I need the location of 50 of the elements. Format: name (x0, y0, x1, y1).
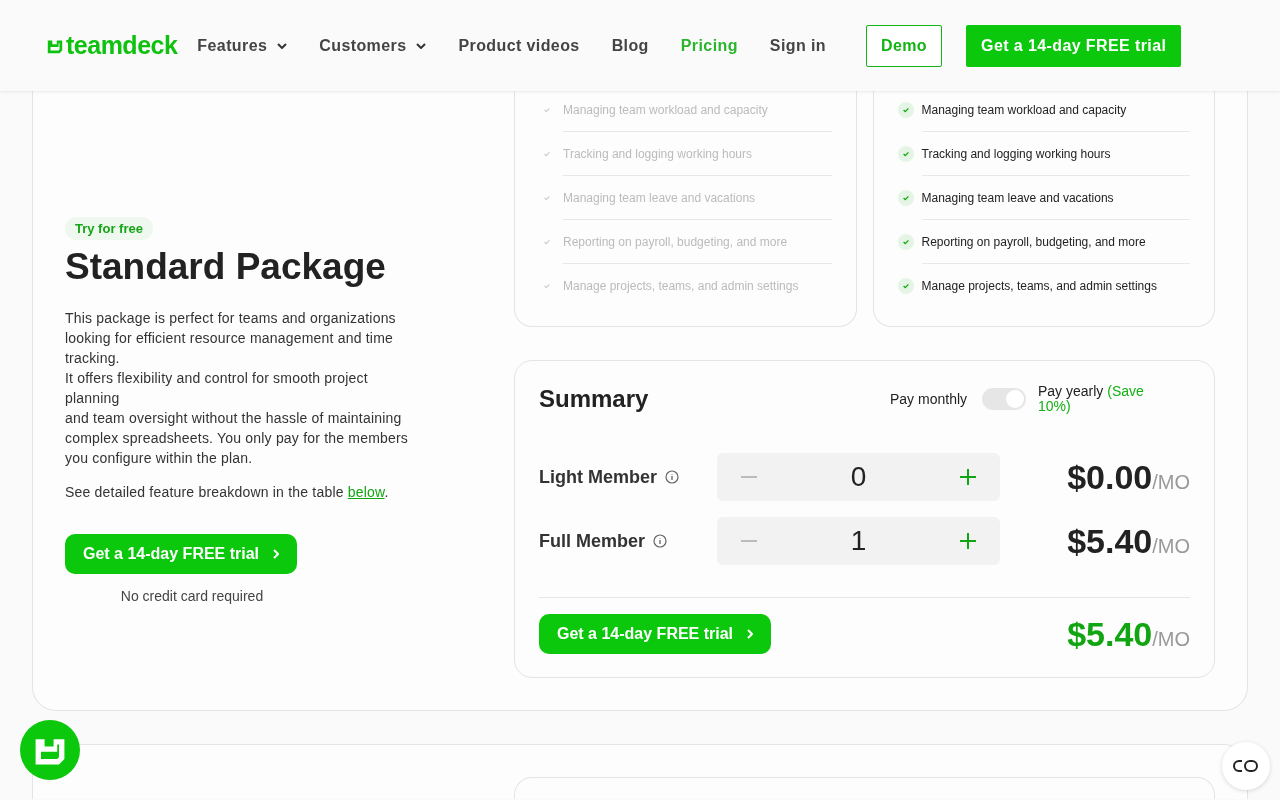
price: $0.00 (1067, 457, 1153, 497)
feature-text: Managing team workload and capacity (563, 102, 768, 117)
feature-text: Managing team workload and capacity (921, 102, 1127, 117)
description: This package is perfect for teams and organizations looking for efficient resource management and time tracking. It offers flexibility and control for smooth project planning and team oversight without the hassle of maintaining complex spreadsheets. You only pay for the members you configure within the plan. (65, 309, 410, 468)
billing-toggle[interactable] (982, 388, 1026, 410)
package-title: Standard Package (65, 246, 387, 288)
chevron-icon (273, 549, 280, 559)
feature-text: Reporting on payroll, budgeting, and more (563, 234, 788, 249)
toggle-icon (1233, 759, 1259, 773)
plus-icon[interactable] (958, 531, 978, 551)
feature-text: Tracking and logging working hours (921, 146, 1111, 161)
feature-text: Manage projects, teams, and admin settings (921, 278, 1157, 293)
billing-label: Pay monthly (890, 391, 969, 407)
below-link[interactable]: below (347, 484, 385, 500)
nav-link[interactable]: Pricing (664, 36, 754, 55)
info-icon[interactable] (665, 470, 679, 484)
chevron-icon (747, 629, 754, 639)
nav-link[interactable]: Features (181, 36, 304, 55)
consent-button[interactable] (1222, 742, 1270, 790)
feature-text: Managing team leave and vacations (563, 190, 756, 205)
feature-text: Reporting on payroll, budgeting, and more (921, 234, 1146, 249)
summary-title: Summary (539, 385, 649, 413)
member-label: Light Member (539, 466, 657, 488)
nav-link[interactable]: Blog (595, 36, 665, 55)
trial-button[interactable]: Get a 14-day FREE trial (539, 614, 772, 654)
member-label: Full Member (539, 530, 645, 552)
price-unit: /MO (1152, 470, 1190, 494)
price-unit: /MO (1152, 534, 1190, 558)
billing-label: Pay yearly (Save 10%) (1038, 384, 1145, 414)
quantity-value: 1 (850, 525, 867, 557)
quantity-value: 0 (850, 461, 867, 493)
nav-link[interactable]: Customers (303, 36, 443, 55)
note: No credit card required (119, 588, 265, 604)
breakdown-text: See detailed feature breakdown in the table below. (65, 483, 390, 502)
feature-text: Manage projects, teams, and admin settings (563, 278, 799, 293)
price-unit: /MO (1152, 627, 1190, 651)
nav-link[interactable]: Sign in (753, 36, 842, 55)
trial-button[interactable]: Get a 14-day FREE trial (65, 534, 298, 574)
logo[interactable]: teamdeck (46, 31, 178, 60)
feature-text: Tracking and logging working hours (563, 146, 752, 161)
price: $5.40 (1067, 521, 1153, 561)
nav-link[interactable]: Product videos (442, 36, 596, 55)
demo-button[interactable]: Demo (866, 24, 943, 67)
feature-text: Managing team leave and vacations (921, 190, 1114, 205)
info-icon[interactable] (653, 534, 667, 548)
chat-button[interactable] (20, 720, 80, 780)
total-price: $5.40 (1067, 614, 1153, 654)
trial-button[interactable]: Get a 14-day FREE trial (966, 24, 1182, 67)
badge: Try for free (65, 217, 153, 240)
plus-icon[interactable] (958, 467, 978, 487)
